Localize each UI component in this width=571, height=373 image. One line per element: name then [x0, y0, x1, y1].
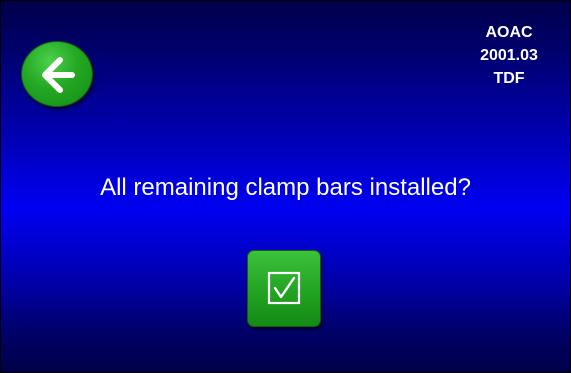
method-name: AOAC	[485, 24, 533, 41]
checkbox-checked-icon	[267, 271, 301, 305]
method-type: TDF	[493, 70, 525, 87]
screen: AOAC 2001.03 TDF All remaining clamp bar…	[0, 0, 571, 373]
confirm-button[interactable]	[247, 250, 321, 327]
prompt-text: All remaining clamp bars installed?	[100, 174, 471, 201]
arrow-left-icon	[42, 57, 75, 93]
method-label: AOAC 2001.03 TDF	[464, 21, 554, 90]
method-number: 2001.03	[480, 47, 538, 64]
back-button[interactable]	[21, 41, 93, 107]
